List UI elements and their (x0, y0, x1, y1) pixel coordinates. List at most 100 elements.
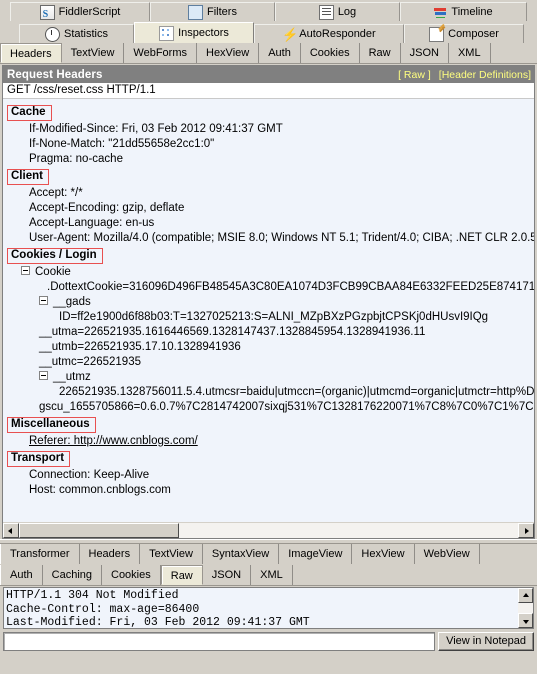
script-icon (39, 4, 55, 24)
tab-response-auth[interactable]: Auth (0, 565, 43, 585)
tab-label: JSON (211, 569, 242, 581)
cookie-value-row[interactable]: ID=ff2e1900d6f88b03:T=1327025213:S=ALNI_… (7, 310, 534, 325)
raw-link[interactable]: [ Raw ] (398, 69, 431, 81)
tab-response-caching[interactable]: Caching (43, 565, 102, 585)
group-label-cookies-login: Cookies / Login (7, 248, 103, 264)
tab-response-syntaxview[interactable]: SyntaxView (203, 544, 280, 564)
cookie-tree-node-gads[interactable]: __gads (7, 295, 534, 310)
tab-request-textview[interactable]: TextView (62, 43, 125, 63)
response-raw-text[interactable]: HTTP/1.1 304 Not Modified Cache-Control:… (4, 588, 533, 628)
main-tabstrip-row2: Statistics Inspectors AutoResponder Comp… (0, 21, 537, 44)
request-headers-body[interactable]: Cache If-Modified-Since: Fri, 03 Feb 201… (3, 100, 534, 521)
group-label-cache: Cache (7, 105, 52, 121)
scroll-right-icon[interactable] (518, 523, 534, 538)
main-tab-timeline[interactable]: Timeline (400, 2, 527, 21)
tab-label: TextView (70, 47, 115, 59)
tab-label: ImageView (288, 548, 343, 560)
header-row[interactable]: Accept-Encoding: gzip, deflate (7, 201, 534, 216)
tab-request-raw[interactable]: Raw (360, 43, 401, 63)
cookie-node-label: __gads (53, 296, 91, 308)
scroll-left-icon[interactable] (3, 523, 19, 538)
cookie-value-row[interactable]: 226521935.1328756011.5.4.utmcsr=baidu|ut… (7, 385, 534, 400)
main-tab-label: Composer (448, 27, 499, 40)
collapse-icon[interactable] (39, 296, 48, 306)
header-row[interactable]: Accept-Language: en-us (7, 216, 534, 231)
scroll-up-icon[interactable] (518, 588, 533, 603)
main-tab-autoresponder[interactable]: AutoResponder (254, 24, 404, 44)
tab-request-json[interactable]: JSON (401, 43, 449, 63)
tab-request-xml[interactable]: XML (449, 43, 491, 63)
tab-response-webview[interactable]: WebView (415, 544, 480, 564)
cookie-value-row[interactable]: __utmb=226521935.17.10.1328941936 (7, 340, 534, 355)
header-row[interactable]: If-None-Match: "21dd55658e2cc1:0" (7, 137, 534, 152)
main-tab-fiddlerscript[interactable]: FiddlerScript (10, 2, 150, 24)
request-line[interactable]: GET /css/reset.css HTTP/1.1 (3, 83, 534, 99)
tab-request-webforms[interactable]: WebForms (124, 43, 197, 63)
tab-label: Raw (170, 570, 193, 582)
header-row[interactable]: Host: common.cnblogs.com (7, 483, 534, 498)
header-row[interactable]: Pragma: no-cache (7, 152, 534, 167)
tab-label: Cookies (309, 47, 350, 59)
response-raw-view[interactable]: HTTP/1.1 304 Not Modified Cache-Control:… (3, 587, 534, 629)
cookie-value-row[interactable]: gscu_1655705866=0.6.0.7%7C2814742007sixq… (7, 400, 534, 415)
cookie-tree-root-label: Cookie (35, 266, 71, 278)
tab-label: JSON (409, 47, 439, 59)
tab-response-raw[interactable]: Raw (160, 565, 203, 585)
tab-response-transformer[interactable]: Transformer (0, 544, 80, 564)
tab-response-json[interactable]: JSON (203, 565, 252, 585)
tab-request-headers[interactable]: Headers (0, 43, 62, 63)
tab-response-imageview[interactable]: ImageView (279, 544, 353, 564)
main-tab-filters[interactable]: Filters (150, 2, 275, 21)
cookie-node-label: __utmz (53, 371, 91, 383)
panel-title: Request Headers (7, 68, 103, 81)
tab-label: XML (457, 47, 481, 59)
tab-response-xml[interactable]: XML (251, 565, 293, 585)
cookie-tree-node-utmz[interactable]: __utmz (7, 370, 534, 385)
tab-request-auth[interactable]: Auth (259, 43, 301, 63)
response-bottom-bar: View in Notepad (0, 629, 537, 651)
response-vertical-scrollbar[interactable] (518, 588, 533, 628)
cookie-value-row[interactable]: __utmc=226521935 (7, 355, 534, 370)
request-panel-horizontal-scrollbar[interactable] (3, 522, 534, 538)
find-input[interactable] (3, 632, 436, 651)
response-inspector-tabs-row1: Transformer Headers TextView SyntaxView … (0, 544, 537, 565)
request-headers-panel: Request Headers [ Raw ] [Header Definiti… (2, 65, 535, 539)
tab-response-textview[interactable]: TextView (140, 544, 203, 564)
main-tab-composer[interactable]: Composer (404, 24, 524, 43)
timeline-icon (434, 6, 447, 19)
scroll-track[interactable] (19, 523, 518, 538)
header-row-referer[interactable]: Referer: http://www.cnblogs.com/ (7, 434, 534, 449)
main-tab-label: Statistics (63, 27, 108, 40)
header-definitions-link[interactable]: [Header Definitions] (439, 69, 531, 81)
main-tab-log[interactable]: Log (275, 2, 400, 21)
collapse-icon[interactable] (21, 266, 30, 276)
status-strip (0, 651, 537, 657)
cookie-tree-root[interactable]: Cookie (7, 265, 534, 280)
cookie-value-row[interactable]: __utma=226521935.1616446569.1328147437.1… (7, 325, 534, 340)
request-inspector-tabs: Headers TextView WebForms HexView Auth C… (0, 43, 537, 64)
header-row[interactable]: User-Agent: Mozilla/4.0 (compatible; MSI… (7, 231, 534, 246)
tab-label: SyntaxView (211, 548, 270, 560)
main-tab-inspectors[interactable]: Inspectors (134, 22, 254, 43)
header-row[interactable]: If-Modified-Since: Fri, 03 Feb 2012 09:4… (7, 122, 534, 137)
tab-label: WebForms (133, 47, 187, 59)
view-in-notepad-button[interactable]: View in Notepad (438, 632, 534, 651)
tab-label: Headers (10, 48, 52, 60)
tab-request-hexview[interactable]: HexView (197, 43, 260, 63)
scroll-down-icon[interactable] (518, 613, 533, 628)
tab-response-cookies[interactable]: Cookies (102, 565, 161, 585)
collapse-icon[interactable] (39, 371, 48, 381)
response-inspector-tabs-row2: Auth Caching Cookies Raw JSON XML (0, 565, 537, 586)
panel-links: [ Raw ] [Header Definitions] (398, 69, 531, 81)
main-tab-statistics[interactable]: Statistics (19, 24, 134, 43)
tab-response-headers[interactable]: Headers (80, 544, 141, 564)
header-row[interactable]: Connection: Keep-Alive (7, 468, 534, 483)
scroll-thumb[interactable] (19, 523, 179, 538)
tab-response-hexview[interactable]: HexView (352, 544, 415, 564)
tab-label: Auth (268, 47, 291, 59)
tab-request-cookies[interactable]: Cookies (301, 43, 360, 63)
main-tab-label: FiddlerScript (58, 5, 121, 18)
header-row[interactable]: Accept: */* (7, 186, 534, 201)
tab-label: Auth (10, 569, 33, 581)
cookie-value-row[interactable]: .DottextCookie=316096D496FB48545A3C80EA1… (7, 280, 534, 295)
